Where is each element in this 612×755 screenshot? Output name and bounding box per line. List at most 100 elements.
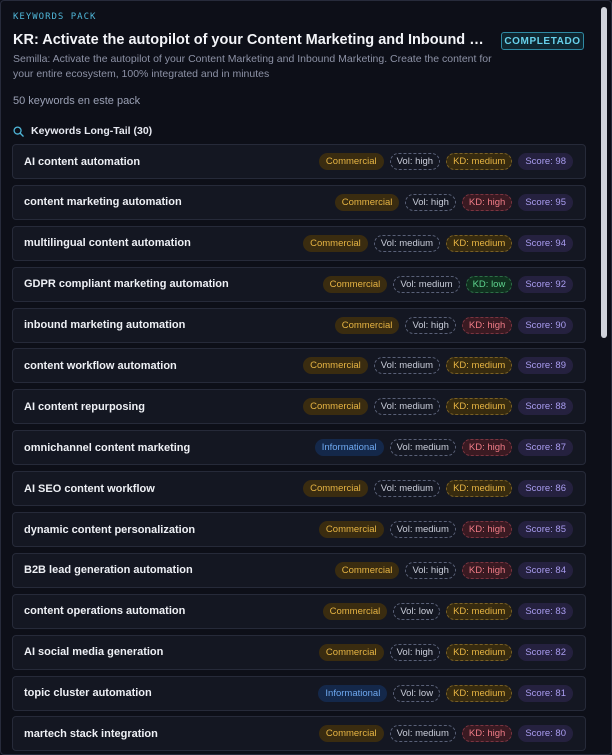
score-badge: Score: 94 [518,234,573,252]
keyword-text: AI content automation [24,155,141,168]
keyword-text: AI social media generation [24,646,164,659]
keyword-row[interactable]: topic cluster automation Informational Vol… [12,675,586,711]
intent-badge: Commercial [322,602,388,620]
keyword-tags: Commercial Vol: medium KD: medium Score: 89 [303,357,573,375]
kd-badge: KD: high [461,193,513,211]
keyword-row[interactable]: omnichannel content marketing Information… [12,430,586,466]
kd-badge: KD: high [461,521,513,539]
intent-badge: Commercial [303,357,368,375]
score-badge: Score: 90 [518,316,573,334]
scrollbar[interactable] [599,1,609,754]
volume-badge: Vol: medium [389,439,456,457]
volume-badge: Vol: high [389,643,441,661]
keyword-row[interactable]: AI SEO content workflow Commercial Vol: me… [12,471,586,507]
scrollbar-thumb[interactable] [601,7,607,338]
keyword-row[interactable]: content marketing automation Commercial Vo… [12,184,586,220]
keyword-text: B2B lead generation automation [24,564,193,577]
pack-description: Semilla: Activate the autopilot of your … [13,53,492,80]
keywords-pack-panel: KEYWORDS PACK KR: Activate the autopilot… [0,0,612,755]
volume-badge: Vol: medium [373,357,441,375]
score-badge: Score: 84 [518,561,573,579]
kd-badge: KD: medium [446,357,513,375]
score-badge: Score: 80 [518,725,573,743]
keyword-tags: Informational Vol: low KD: medium Score: 81 [318,684,573,702]
score-badge: Score: 85 [518,521,573,539]
section-header-long-tail[interactable]: Keywords Long-Tail (30) [13,125,152,137]
keyword-tags: Informational Vol: medium KD: high Score: 8… [314,439,573,457]
kd-badge: KD: low [465,275,513,293]
keyword-row[interactable]: multilingual content automation Commercia… [12,225,586,261]
kd-badge: KD: medium [446,643,513,661]
keyword-row[interactable]: martech stack integration Commercial Vol: … [12,716,586,752]
volume-badge: Vol: medium [373,234,441,252]
score-badge: Score: 82 [518,643,573,661]
volume-badge: Vol: low [393,602,441,620]
keyword-text: inbound marketing automation [24,319,186,332]
keyword-tags: Commercial Vol: high KD: medium Score: 98 [318,153,573,170]
intent-badge: Commercial [334,561,400,579]
intent-badge: Commercial [303,234,368,252]
keyword-tags: Commercial Vol: high KD: high Score: 84 [334,561,573,579]
keyword-text: content workflow automation [24,359,177,372]
search-icon [13,125,24,137]
keyword-tags: Commercial Vol: medium KD: high Score: 80 [318,725,573,743]
keyword-row[interactable]: dynamic content personalization Commercia… [12,512,586,548]
intent-badge: Commercial [334,193,400,211]
kd-badge: KD: medium [446,480,513,498]
intent-badge: Commercial [303,480,368,498]
volume-badge: Vol: low [393,684,441,702]
pack-title: KR: Activate the autopilot of your Conte… [13,32,491,48]
status-badge: COMPLETADO [501,32,584,50]
score-badge: Score: 88 [518,398,573,416]
score-badge: Score: 92 [518,275,573,293]
intent-badge: Commercial [318,521,384,539]
keyword-text: multilingual content automation [24,237,191,250]
pack-label: KEYWORDS PACK [13,12,97,22]
kd-badge: KD: high [461,316,513,334]
intent-badge: Commercial [322,275,388,293]
keyword-row[interactable]: AI content automation Commercial Vol: high… [12,144,586,179]
keyword-text: GDPR compliant marketing automation [24,278,229,291]
keyword-text: AI content repurposing [24,400,145,413]
keyword-row[interactable]: content workflow automation Commercial Vol… [12,348,586,384]
keyword-tags: Commercial Vol: high KD: high Score: 90 [334,316,573,334]
keyword-text: dynamic content personalization [24,523,196,536]
keyword-text: martech stack integration [24,727,158,740]
keyword-tags: Commercial Vol: high KD: high Score: 95 [334,193,573,211]
keyword-tags: Commercial Vol: high KD: medium Score: 82 [318,643,573,661]
keyword-list: AI content automation Commercial Vol: high… [12,144,586,754]
intent-badge: Commercial [318,725,384,743]
intent-badge: Commercial [334,316,400,334]
kd-badge: KD: high [461,439,513,457]
score-badge: Score: 81 [518,684,573,702]
intent-badge: Commercial [318,153,384,170]
volume-badge: Vol: medium [373,480,441,498]
kd-badge: KD: medium [446,398,513,416]
keyword-tags: Commercial Vol: low KD: medium Score: 83 [322,602,573,620]
keyword-tags: Commercial Vol: medium KD: low Score: 92 [322,275,573,293]
volume-badge: Vol: medium [373,398,441,416]
score-badge: Score: 87 [518,439,573,457]
score-badge: Score: 95 [518,193,573,211]
keyword-row[interactable]: AI social media generation Commercial Vol:… [12,634,586,670]
kd-badge: KD: medium [446,602,513,620]
keyword-tags: Commercial Vol: medium KD: high Score: 85 [318,521,573,539]
keyword-row[interactable]: inbound marketing automation Commercial Vo… [12,307,586,343]
keyword-row[interactable]: AI content repurposing Commercial Vol: med… [12,389,586,425]
volume-badge: Vol: high [405,193,456,211]
keyword-text: topic cluster automation [24,687,152,700]
kd-badge: KD: high [461,725,513,743]
keyword-row[interactable]: content operations automation Commercial V… [12,593,586,629]
keyword-count: 50 keywords en este pack [13,95,141,107]
keyword-row[interactable]: GDPR compliant marketing automation Comme… [12,266,586,302]
kd-badge: KD: medium [446,684,513,702]
keyword-text: omnichannel content marketing [24,441,191,454]
keyword-row[interactable]: B2B lead generation automation Commercial… [12,552,586,588]
kd-badge: KD: medium [446,234,513,252]
intent-badge: Informational [314,439,384,457]
kd-badge: KD: high [461,561,513,579]
volume-badge: Vol: high [389,153,441,170]
score-badge: Score: 98 [518,153,573,170]
kd-badge: KD: medium [446,153,513,170]
volume-badge: Vol: medium [389,725,456,743]
